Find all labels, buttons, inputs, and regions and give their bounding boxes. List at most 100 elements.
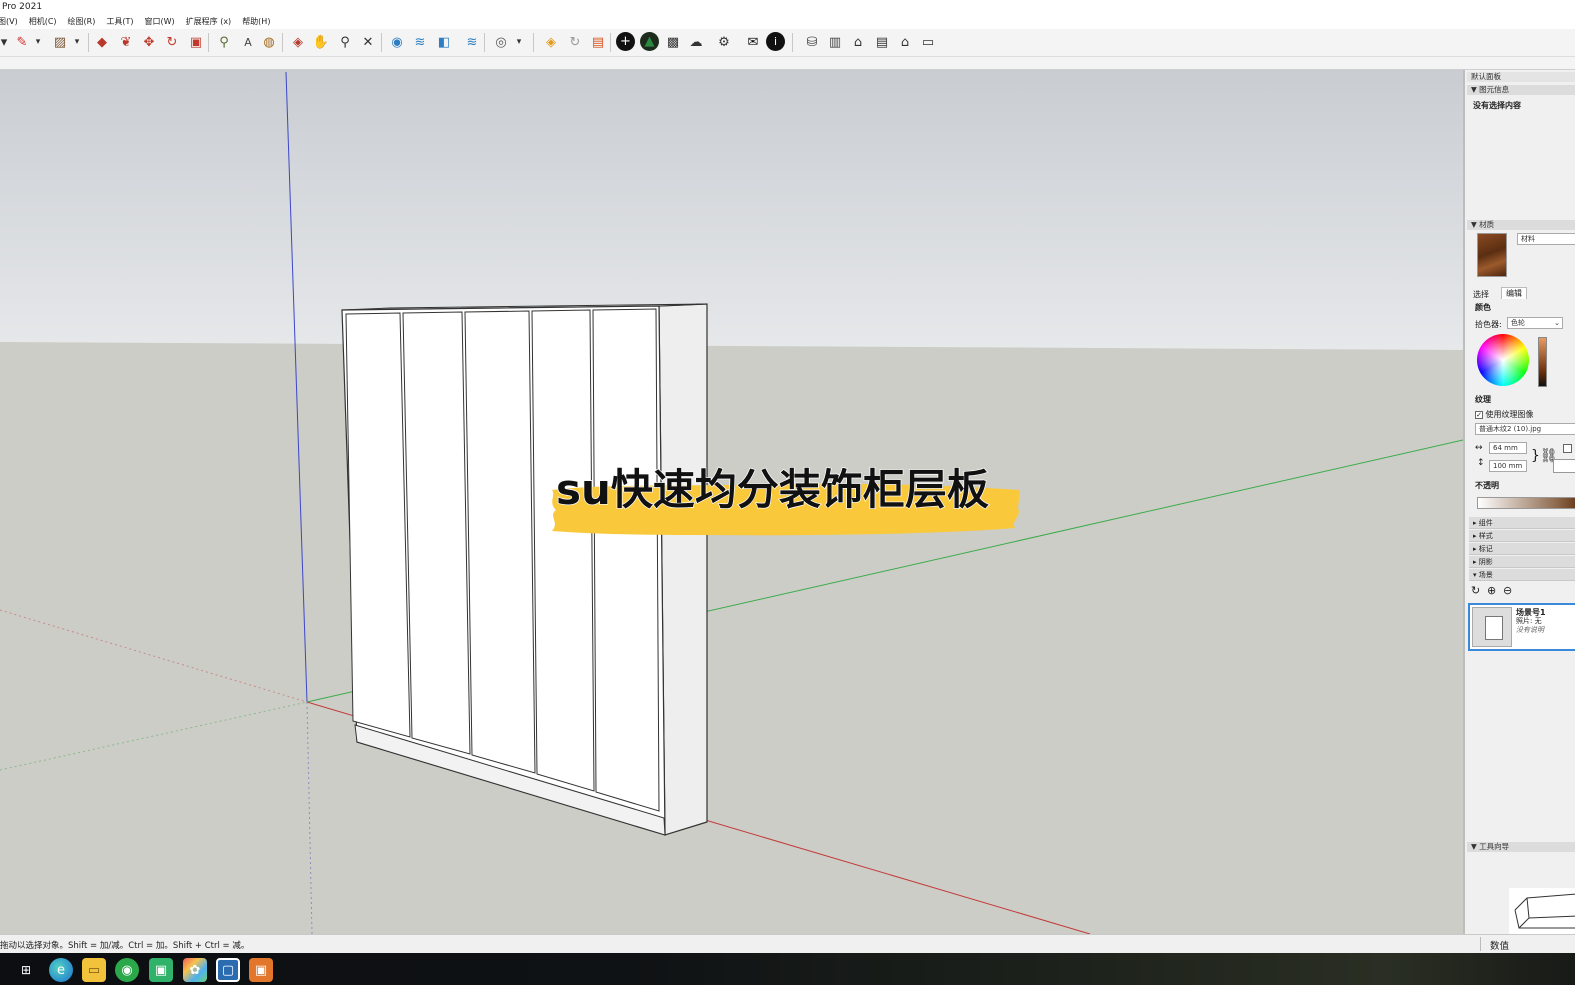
sketchup-icon[interactable]: ▢ (216, 958, 240, 982)
warehouse-icon[interactable]: ⛁ (802, 32, 822, 52)
refresh-icon[interactable]: ↻ (565, 32, 585, 52)
title-bar: Pro 2021 (0, 0, 1575, 14)
menu-camera[interactable]: 相机(C) (29, 16, 57, 27)
materials-icon[interactable]: ◧ (434, 32, 454, 52)
picker-select[interactable]: 色轮 ⌄ (1507, 317, 1563, 329)
scene-description: 没有说明 (1516, 626, 1544, 634)
ruby-icon[interactable]: ▤ (588, 32, 608, 52)
texture-height-field[interactable]: 100 mm (1489, 460, 1527, 472)
toolbar-band (0, 57, 1575, 70)
menu-view[interactable]: 图(V) (0, 16, 18, 27)
shadows-panel-header[interactable]: ▸ 阴影 (1469, 556, 1575, 568)
value-slider[interactable] (1538, 337, 1547, 387)
menu-help[interactable]: 帮助(H) (242, 16, 270, 27)
video-caption: su快速均分装饰柜层板 (546, 446, 1026, 542)
picker-select-value: 色轮 (1511, 319, 1525, 327)
scenes-panel-header[interactable]: ▾ 场景 (1469, 569, 1575, 581)
push-pull-icon[interactable]: ◆ (92, 32, 112, 52)
entity-info-header[interactable]: ▼ 图元信息 (1467, 85, 1575, 95)
measurements-label: 数值 (1490, 941, 1510, 952)
colorize-checkbox[interactable] (1563, 444, 1572, 453)
color-wheel[interactable] (1477, 334, 1529, 386)
cabinet-icon[interactable]: ▭ (918, 32, 938, 52)
cabinet-door-3 (464, 310, 536, 774)
layers-icon[interactable]: ≋ (410, 32, 430, 52)
default-tray: 默认面板 ▼ 图元信息 没有选择内容 ▼ 材质 材料 选择 编辑 颜色 拾色器:… (1463, 70, 1575, 934)
home-icon[interactable]: ⌂ (848, 32, 868, 52)
window-title: Pro 2021 (2, 2, 43, 12)
menu-draw[interactable]: 绘图(R) (68, 16, 96, 27)
paint-icon[interactable]: ◍ (259, 32, 279, 52)
opacity-slider[interactable] (1477, 497, 1575, 509)
status-hint: 拖动以选择对象。Shift = 加/减。Ctrl = 加。Shift + Ctr… (0, 941, 250, 951)
text-icon[interactable]: A (238, 32, 258, 52)
info-icon[interactable]: i (766, 32, 785, 51)
model-viewport[interactable]: su快速均分装饰柜层板 (0, 70, 1463, 934)
house-outline-icon[interactable]: ⌂ (895, 32, 915, 52)
cabinet-door-1 (345, 312, 411, 738)
add-scene-icon[interactable]: ⊕ (1487, 584, 1496, 597)
file-explorer-icon[interactable]: ▭ (82, 958, 106, 982)
ground (0, 342, 1463, 934)
material-name-field[interactable]: 材料 (1517, 233, 1575, 245)
scene-thumbnail (1472, 607, 1512, 647)
dropdown-icon[interactable]: ▾ (509, 32, 529, 52)
cloud-icon[interactable]: ☁ (686, 32, 706, 52)
color-label: 颜色 (1475, 303, 1491, 312)
tab-select[interactable]: 选择 (1473, 289, 1489, 300)
edge-icon[interactable]: e (49, 958, 73, 982)
book-icon[interactable]: ▥ (825, 32, 845, 52)
taskview-icon[interactable]: ⊞ (14, 958, 38, 982)
tab-edit[interactable]: 编辑 (1501, 287, 1527, 299)
scale-icon[interactable]: ▣ (186, 32, 206, 52)
component-icon[interactable]: ◈ (541, 32, 561, 52)
check-icon[interactable]: ✓ (1475, 410, 1483, 419)
view-icon[interactable]: ◉ (387, 32, 407, 52)
gear-icon[interactable]: ⚙ (714, 32, 734, 52)
cabinet-door-5 (592, 308, 660, 812)
dropdown-icon[interactable]: ▾ (28, 32, 48, 52)
materials-header[interactable]: ▼ 材质 (1467, 220, 1575, 230)
messages-icon[interactable]: ▣ (149, 958, 173, 982)
zoom-icon[interactable]: ⚲ (335, 32, 355, 52)
photos-icon[interactable]: ✿ (183, 958, 207, 982)
user-icon[interactable]: ◎ (491, 32, 511, 52)
mail-icon[interactable]: ✉ (743, 32, 763, 52)
texture-width-field[interactable]: 64 mm (1489, 442, 1527, 454)
zoom-extents-icon[interactable]: ✕ (358, 32, 378, 52)
checker-icon[interactable]: ▩ (663, 32, 683, 52)
remove-scene-icon[interactable]: ⊖ (1503, 584, 1512, 597)
styles-panel-header[interactable]: ▸ 样式 (1469, 530, 1575, 542)
shadow-icon[interactable]: ≋ (462, 32, 482, 52)
section-plane-icon[interactable]: ◈ (288, 32, 308, 52)
follow-me-icon[interactable]: ❦ (116, 32, 136, 52)
scene-card[interactable]: 场景号1 照片: 无 没有说明 (1468, 603, 1575, 651)
use-texture-checkbox-row[interactable]: ✓ 使用纹理图像 (1475, 409, 1534, 420)
components-panel-header[interactable]: ▸ 组件 (1469, 517, 1575, 529)
use-texture-label: 使用纹理图像 (1485, 410, 1534, 419)
menu-tools[interactable]: 工具(T) (106, 16, 133, 27)
rotate-icon[interactable]: ↻ (162, 32, 182, 52)
cabinet-door-2 (402, 311, 471, 755)
dropdown-icon[interactable]: ▾ (67, 32, 87, 52)
plus-circle-icon[interactable]: + (616, 32, 635, 51)
tape-measure-icon[interactable]: ⚲ (214, 32, 234, 52)
sketchup-window: Pro 2021 图(V) 相机(C) 绘图(R) 工具(T) 窗口(W) 扩展… (0, 0, 1575, 985)
tags-panel-header[interactable]: ▸ 标记 (1469, 543, 1575, 555)
tree-icon[interactable]: ▲ (640, 32, 659, 51)
recorder-icon[interactable]: ▣ (249, 958, 273, 982)
wechat-icon[interactable]: ◉ (115, 958, 139, 982)
instructor-header[interactable]: ▼ 工具向导 (1467, 842, 1575, 852)
move-icon[interactable]: ✥ (139, 32, 159, 52)
menu-extensions[interactable]: 扩展程序 (x) (186, 16, 232, 27)
sky (0, 70, 1463, 350)
box-icon[interactable]: ▤ (872, 32, 892, 52)
material-swatch[interactable] (1477, 233, 1507, 277)
height-arrow-icon: ↕ (1477, 458, 1485, 468)
walk-icon[interactable]: ✋ (311, 32, 331, 52)
reset-color-button[interactable] (1553, 459, 1575, 473)
menu-window[interactable]: 窗口(W) (145, 16, 175, 27)
refresh-icon[interactable]: ↻ (1471, 584, 1480, 597)
texture-file-field[interactable]: 普通木纹2 (10).jpg (1475, 423, 1575, 435)
caption-text: su快速均分装饰柜层板 (555, 464, 989, 514)
